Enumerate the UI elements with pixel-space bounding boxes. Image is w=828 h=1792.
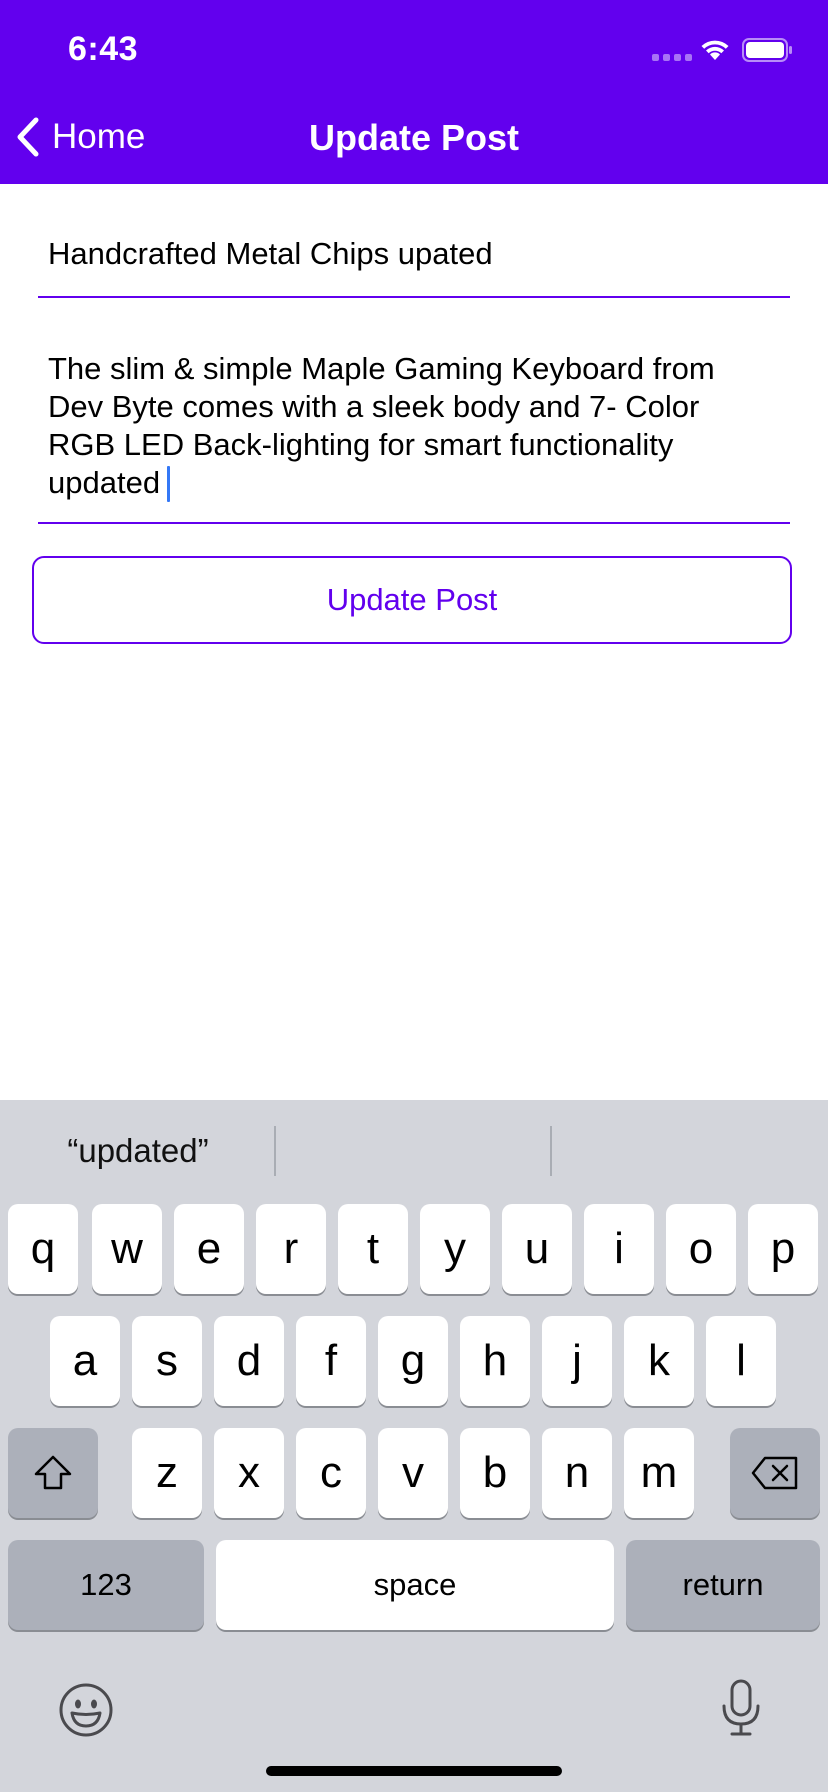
key-d[interactable]: d xyxy=(214,1316,284,1406)
suggestion-divider xyxy=(550,1126,552,1176)
key-y[interactable]: y xyxy=(420,1204,490,1294)
shift-key[interactable] xyxy=(8,1428,98,1518)
post-body-value: The slim & simple Maple Gaming Keyboard … xyxy=(48,351,715,500)
post-title-value: Handcrafted Metal Chips upated xyxy=(48,236,493,271)
space-key[interactable]: space xyxy=(216,1540,614,1630)
numbers-key[interactable]: 123 xyxy=(8,1540,204,1630)
key-k[interactable]: k xyxy=(624,1316,694,1406)
key-z[interactable]: z xyxy=(132,1428,202,1518)
key-i[interactable]: i xyxy=(584,1204,654,1294)
delete-key[interactable] xyxy=(730,1428,820,1518)
key-u[interactable]: u xyxy=(502,1204,572,1294)
key-n[interactable]: n xyxy=(542,1428,612,1518)
return-key[interactable]: return xyxy=(626,1540,820,1630)
key-s[interactable]: s xyxy=(132,1316,202,1406)
microphone-icon[interactable] xyxy=(718,1678,764,1738)
key-m[interactable]: m xyxy=(624,1428,694,1518)
wifi-icon xyxy=(701,40,729,60)
post-body-input[interactable]: The slim & simple Maple Gaming Keyboard … xyxy=(38,330,790,524)
keyboard: “updated” q w e r t y u i o p a s d f g … xyxy=(0,1100,828,1792)
text-cursor xyxy=(167,466,170,502)
suggestion-divider xyxy=(274,1126,276,1176)
post-title-input[interactable]: Handcrafted Metal Chips upated xyxy=(38,220,790,298)
key-f[interactable]: f xyxy=(296,1316,366,1406)
app-header: 6:43 Home Update Post xyxy=(0,0,828,184)
page-title: Update Post xyxy=(308,117,520,158)
status-time: 6:43 xyxy=(68,30,139,68)
suggestion-1[interactable]: “updated” xyxy=(0,1132,276,1170)
key-j[interactable]: j xyxy=(542,1316,612,1406)
key-v[interactable]: v xyxy=(378,1428,448,1518)
key-p[interactable]: p xyxy=(748,1204,818,1294)
key-o[interactable]: o xyxy=(666,1204,736,1294)
update-post-button[interactable]: Update Post xyxy=(32,556,792,644)
key-g[interactable]: g xyxy=(378,1316,448,1406)
shift-icon xyxy=(34,1455,72,1490)
key-r[interactable]: r xyxy=(256,1204,326,1294)
key-b[interactable]: b xyxy=(460,1428,530,1518)
cellular-signal-icon xyxy=(652,54,692,61)
backspace-icon xyxy=(751,1456,798,1490)
key-a[interactable]: a xyxy=(50,1316,120,1406)
key-x[interactable]: x xyxy=(214,1428,284,1518)
key-w[interactable]: w xyxy=(92,1204,162,1294)
key-q[interactable]: q xyxy=(8,1204,78,1294)
key-l[interactable]: l xyxy=(706,1316,776,1406)
home-indicator[interactable] xyxy=(266,1766,562,1776)
key-e[interactable]: e xyxy=(174,1204,244,1294)
key-c[interactable]: c xyxy=(296,1428,366,1518)
key-t[interactable]: t xyxy=(338,1204,408,1294)
emoji-icon[interactable] xyxy=(58,1682,114,1738)
battery-icon xyxy=(742,38,792,62)
key-h[interactable]: h xyxy=(460,1316,530,1406)
